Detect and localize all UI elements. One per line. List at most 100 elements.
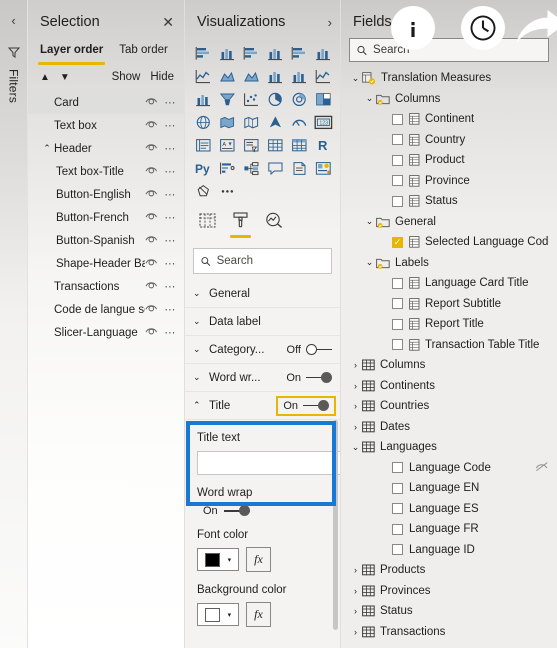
visibility-eye-icon[interactable] [145, 280, 158, 293]
area-chart-icon[interactable] [215, 65, 239, 87]
field-checkbox[interactable] [392, 523, 403, 535]
field-tree-row[interactable]: Status [341, 191, 557, 212]
clustered-bar-chart-icon[interactable] [239, 42, 263, 64]
treemap-icon[interactable] [311, 88, 335, 110]
move-down-button[interactable]: ▼ [60, 72, 70, 83]
layer-row[interactable]: Card ⋯ [28, 91, 184, 114]
field-tree-row[interactable]: ⌄ Columns [341, 89, 557, 110]
layer-row[interactable]: Shape-Header Ba... ⋯ [28, 252, 184, 275]
r-script-visual-icon[interactable]: R [311, 134, 335, 156]
row-more-options-icon[interactable]: ⋯ [164, 142, 176, 155]
format-search-box[interactable] [193, 248, 332, 274]
field-tree-row[interactable]: Product [341, 150, 557, 171]
analytics-tab-icon[interactable] [265, 212, 283, 238]
background-color-picker[interactable]: ▾ [197, 603, 239, 626]
100-stacked-bar-chart-icon[interactable] [287, 42, 311, 64]
slicer-icon[interactable] [239, 134, 263, 156]
expand-caret-icon[interactable]: › [349, 627, 362, 637]
field-tree-row[interactable]: Language Code [341, 458, 557, 479]
section-caret-icon[interactable]: ⌄ [193, 288, 209, 299]
visibility-eye-icon[interactable] [145, 119, 158, 132]
row-more-options-icon[interactable]: ⋯ [164, 257, 176, 270]
layer-row[interactable]: Transactions ⋯ [28, 275, 184, 298]
filters-rail[interactable]: ‹ Filters [0, 0, 28, 648]
format-section-row[interactable]: ⌄ Word wr... On [185, 364, 340, 392]
section-caret-icon[interactable]: ⌄ [193, 344, 209, 355]
field-tree-row[interactable]: ⌄ Languages [341, 437, 557, 458]
get-more-visuals-icon[interactable] [191, 180, 215, 202]
row-more-options-icon[interactable]: ⋯ [164, 303, 176, 316]
map-icon[interactable] [191, 111, 215, 133]
chevron-down-icon[interactable]: ▾ [228, 611, 232, 619]
matrix-icon[interactable] [287, 134, 311, 156]
scatter-chart-icon[interactable] [239, 88, 263, 110]
font-color-fx-button[interactable]: fx [246, 547, 271, 572]
ribbon-chart-icon[interactable] [311, 65, 335, 87]
show-label[interactable]: Show [112, 71, 141, 83]
layer-row[interactable]: Button-Spanish ⋯ [28, 229, 184, 252]
field-tree-row[interactable]: Language FR [341, 519, 557, 540]
field-tree-row[interactable]: Transaction Table Title [341, 335, 557, 356]
field-checkbox[interactable] [392, 134, 403, 146]
field-tree-row[interactable]: Report Title [341, 314, 557, 335]
format-section-toggle[interactable]: Off [287, 343, 332, 356]
row-more-options-icon[interactable]: ⋯ [164, 96, 176, 109]
field-checkbox[interactable] [392, 175, 403, 187]
row-more-options-icon[interactable]: ⋯ [164, 326, 176, 339]
field-tree-row[interactable]: › Countries [341, 396, 557, 417]
font-color-picker[interactable]: ▾ [197, 548, 239, 571]
visibility-eye-icon[interactable] [145, 303, 158, 316]
expand-caret-icon[interactable]: › [349, 606, 362, 616]
filled-map-icon[interactable] [215, 111, 239, 133]
tab-layer-order[interactable]: Layer order [32, 40, 111, 65]
format-section-row[interactable]: ⌃ Title On [185, 392, 340, 420]
close-icon[interactable]: ✕ [162, 15, 174, 29]
visibility-eye-icon[interactable] [145, 188, 158, 201]
collapse-chevron-icon[interactable]: ‹ [11, 14, 15, 27]
funnel-chart-icon[interactable] [215, 88, 239, 110]
row-more-options-icon[interactable]: ⋯ [164, 234, 176, 247]
field-tree-row[interactable]: Selected Language Code [341, 232, 557, 253]
word-wrap-switch[interactable] [223, 505, 250, 517]
field-checkbox[interactable] [392, 195, 403, 207]
toggle-switch[interactable] [306, 371, 332, 384]
field-checkbox[interactable] [392, 503, 403, 515]
line-chart-icon[interactable] [191, 65, 215, 87]
layer-row[interactable]: Code de langue sélec... ⋯ [28, 298, 184, 321]
field-tree-row[interactable]: ⌄ Translation Measures [341, 68, 557, 89]
toggle-switch[interactable] [303, 399, 329, 412]
more-options-icon[interactable] [215, 180, 239, 202]
field-tree-row[interactable]: › Transactions [341, 622, 557, 643]
layer-row[interactable]: Text box-Title ⋯ [28, 160, 184, 183]
field-tree-row[interactable]: ⌄ General [341, 212, 557, 233]
move-up-button[interactable]: ▲ [40, 72, 50, 83]
visibility-eye-icon[interactable] [145, 165, 158, 178]
field-checkbox[interactable] [392, 462, 403, 474]
format-paintbrush-tab-icon[interactable] [230, 212, 251, 238]
tab-tab-order[interactable]: Tab order [111, 40, 176, 61]
multi-row-card-icon[interactable] [191, 134, 215, 156]
azure-map-icon[interactable] [263, 111, 287, 133]
expand-caret-icon[interactable]: › [349, 586, 362, 596]
visibility-eye-icon[interactable] [145, 142, 158, 155]
field-tree-row[interactable]: Continent [341, 109, 557, 130]
row-more-options-icon[interactable]: ⋯ [164, 165, 176, 178]
paginated-report-icon[interactable] [311, 157, 335, 179]
field-tree-row[interactable]: Country [341, 130, 557, 151]
format-section-row[interactable]: ⌄ General [185, 280, 340, 308]
format-section-row[interactable]: ⌄ Data label [185, 308, 340, 336]
field-tree-row[interactable]: › Provinces [341, 581, 557, 602]
field-checkbox[interactable] [392, 318, 403, 330]
field-checkbox[interactable] [392, 482, 403, 494]
field-checkbox[interactable] [392, 277, 403, 289]
shape-map-icon[interactable] [239, 111, 263, 133]
field-tree-row[interactable]: ⌄ Labels [341, 253, 557, 274]
stacked-area-chart-icon[interactable] [239, 65, 263, 87]
layer-row[interactable]: Button-English ⋯ [28, 183, 184, 206]
field-tree-row[interactable]: Language Card Title [341, 273, 557, 294]
format-pane-scrollbar[interactable] [333, 420, 338, 630]
expand-caret-icon[interactable]: ⌄ [363, 93, 376, 104]
smart-narrative-icon[interactable] [287, 157, 311, 179]
visibility-eye-icon[interactable] [145, 211, 158, 224]
hide-label[interactable]: Hide [150, 71, 174, 83]
